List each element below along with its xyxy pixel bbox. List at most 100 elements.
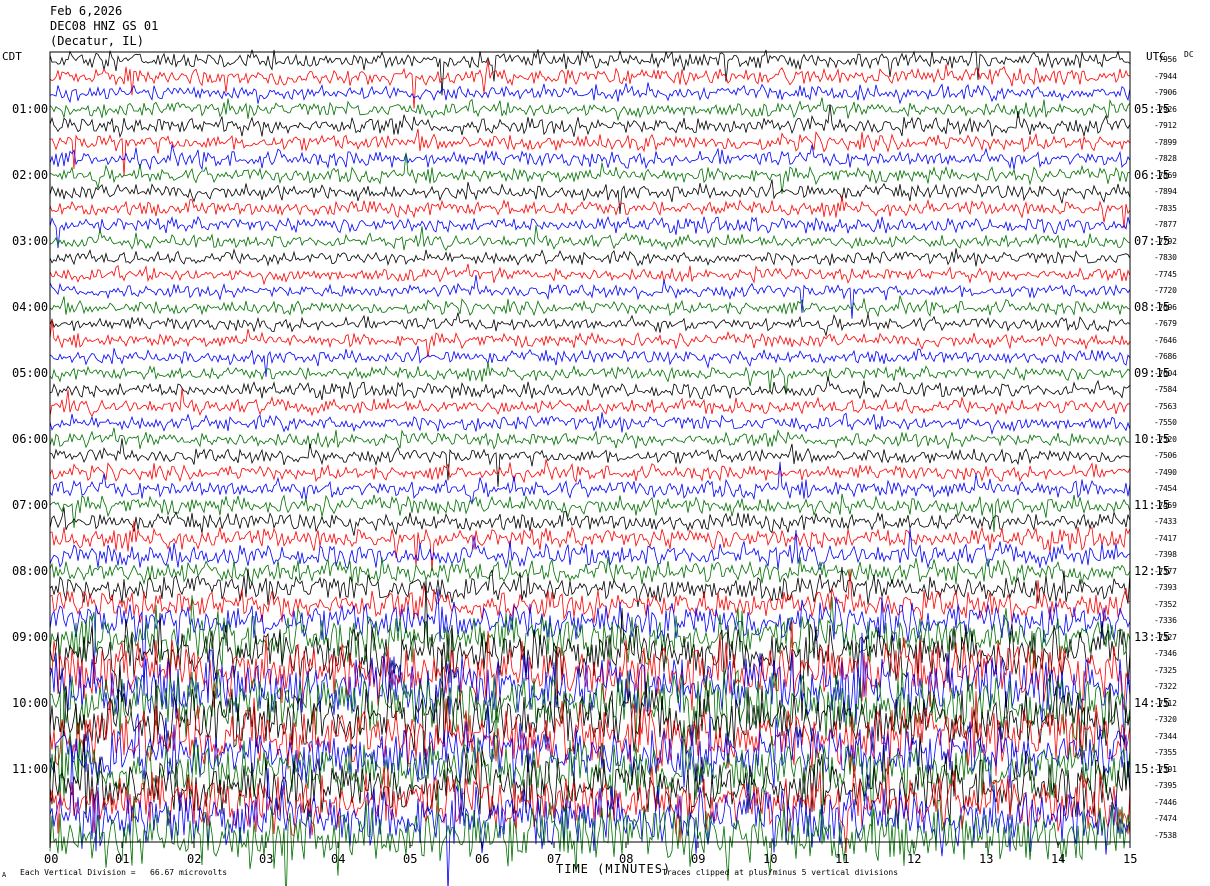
trace-line-24 [49,427,1131,450]
cdt-time-label: 07:00 [12,498,49,512]
helicorder-plot [49,49,1131,886]
trace-line-22 [49,388,1131,418]
trace-group [49,49,1131,886]
scale-note: Each Vertical Division = 66.67 microvolt… [20,868,228,877]
cdt-time-label: 06:00 [12,432,49,446]
dc-offset-label: -7720 [1154,286,1177,295]
trace-line-4 [49,97,1131,122]
cdt-time-label: 04:00 [12,300,49,314]
dc-offset-label: -7327 [1154,633,1177,642]
dc-offset-label: -7912 [1154,121,1177,130]
minute-tick-label: 06 [475,852,490,866]
dc-offset-label: -7325 [1154,666,1177,675]
dc-offset-label: -7830 [1154,253,1177,262]
minute-tick-label: 09 [691,852,706,866]
trace-line-15 [49,274,1131,319]
cdt-time-label: 03:00 [12,234,49,248]
trace-line-27 [49,461,1131,505]
dc-offset-label: -7506 [1154,451,1177,460]
dc-offset-label: -7550 [1154,418,1177,427]
trace-line-13 [49,248,1131,267]
dc-offset-label: -7696 [1154,303,1177,312]
dc-offset-label: -7906 [1154,88,1177,97]
dc-offset-label: -7828 [1154,154,1177,163]
trace-line-41 [49,646,1131,761]
dc-offset-label: -7395 [1154,781,1177,790]
dc-offset-label: -7320 [1154,715,1177,724]
dc-offset-label: -7926 [1154,105,1177,114]
dc-offset-label: -7391 [1154,765,1177,774]
minute-tick-label: 01 [115,852,130,866]
dc-offset-label: -7322 [1154,682,1177,691]
minute-ticks [49,842,1131,848]
dc-offset-label: -7686 [1154,352,1177,361]
trace-line-11 [49,215,1131,249]
dc-offset-label: -7604 [1154,369,1177,378]
minute-tick-label: 12 [907,852,922,866]
corner-mark: A [2,871,7,879]
dc-offset-label: -7459 [1154,501,1177,510]
trace-line-3 [49,82,1131,105]
trace-line-34 [49,568,1131,623]
trace-line-21 [49,376,1131,400]
clip-note: Traces clipped at plus/minus 5 vertical … [662,868,899,877]
trace-line-28 [49,493,1131,533]
dc-offset-label: -7584 [1154,385,1177,394]
dc-offset-label: -7377 [1154,567,1177,576]
cdt-time-label: 08:00 [12,564,49,578]
cdt-time-label: 10:00 [12,696,49,710]
trace-line-1 [49,49,1131,96]
minute-tick-label: 02 [187,852,202,866]
dc-offset-label: -7899 [1154,138,1177,147]
trace-line-19 [49,345,1131,377]
cdt-time-label: 02:00 [12,168,49,182]
dc-offset-label: -7336 [1154,616,1177,625]
trace-line-23 [49,412,1131,436]
dc-offset-label: -7563 [1154,402,1177,411]
trace-line-7 [49,144,1131,171]
trace-line-26 [49,459,1131,484]
dc-offset-label: -7792 [1154,237,1177,246]
dc-offset-label: -7344 [1154,732,1177,741]
trace-line-14 [49,263,1131,286]
x-axis-title: TIME (MINUTES) [556,862,672,876]
minute-tick-label: 13 [979,852,994,866]
dc-offset-label: -7454 [1154,484,1177,493]
minute-tick-label: 00 [44,852,59,866]
minute-tick-label: 14 [1051,852,1066,866]
dc-offset-label: -7877 [1154,220,1177,229]
trace-line-44 [49,697,1131,845]
trace-line-12 [49,225,1131,251]
dc-offset-label: -7312 [1154,699,1177,708]
trace-line-31 [49,528,1131,571]
cdt-time-label: 11:00 [12,762,49,776]
dc-offset-label: -7352 [1154,600,1177,609]
trace-line-16 [49,295,1131,318]
dc-offset-label: -7745 [1154,270,1177,279]
trace-line-45 [49,733,1131,824]
dc-offset-label: -7355 [1154,748,1177,757]
dc-offset-label: -7944 [1154,72,1177,81]
dc-offset-label: -7894 [1154,187,1177,196]
dc-offset-label: -7835 [1154,204,1177,213]
dc-offset-label: -7446 [1154,798,1177,807]
trace-line-17 [49,312,1131,338]
minute-tick-label: 11 [835,852,850,866]
minute-tick-label: 03 [259,852,274,866]
cdt-time-label: 05:00 [12,366,49,380]
trace-line-5 [49,104,1131,139]
dc-offset-label: -7869 [1154,171,1177,180]
cdt-time-label: 01:00 [12,102,49,116]
minute-tick-label: 15 [1123,852,1138,866]
dc-offset-label: -7474 [1154,814,1177,823]
dc-offset-label: -7490 [1154,468,1177,477]
dc-offset-label: -7538 [1154,831,1177,840]
dc-offset-label: -7393 [1154,583,1177,592]
minute-tick-label: 04 [331,852,346,866]
dc-offset-label: -7346 [1154,649,1177,658]
dc-offset-label: -7646 [1154,336,1177,345]
dc-offset-label: -7398 [1154,550,1177,559]
dc-offset-label: -7417 [1154,534,1177,543]
trace-line-29 [49,507,1131,536]
cdt-time-label: 09:00 [12,630,49,644]
